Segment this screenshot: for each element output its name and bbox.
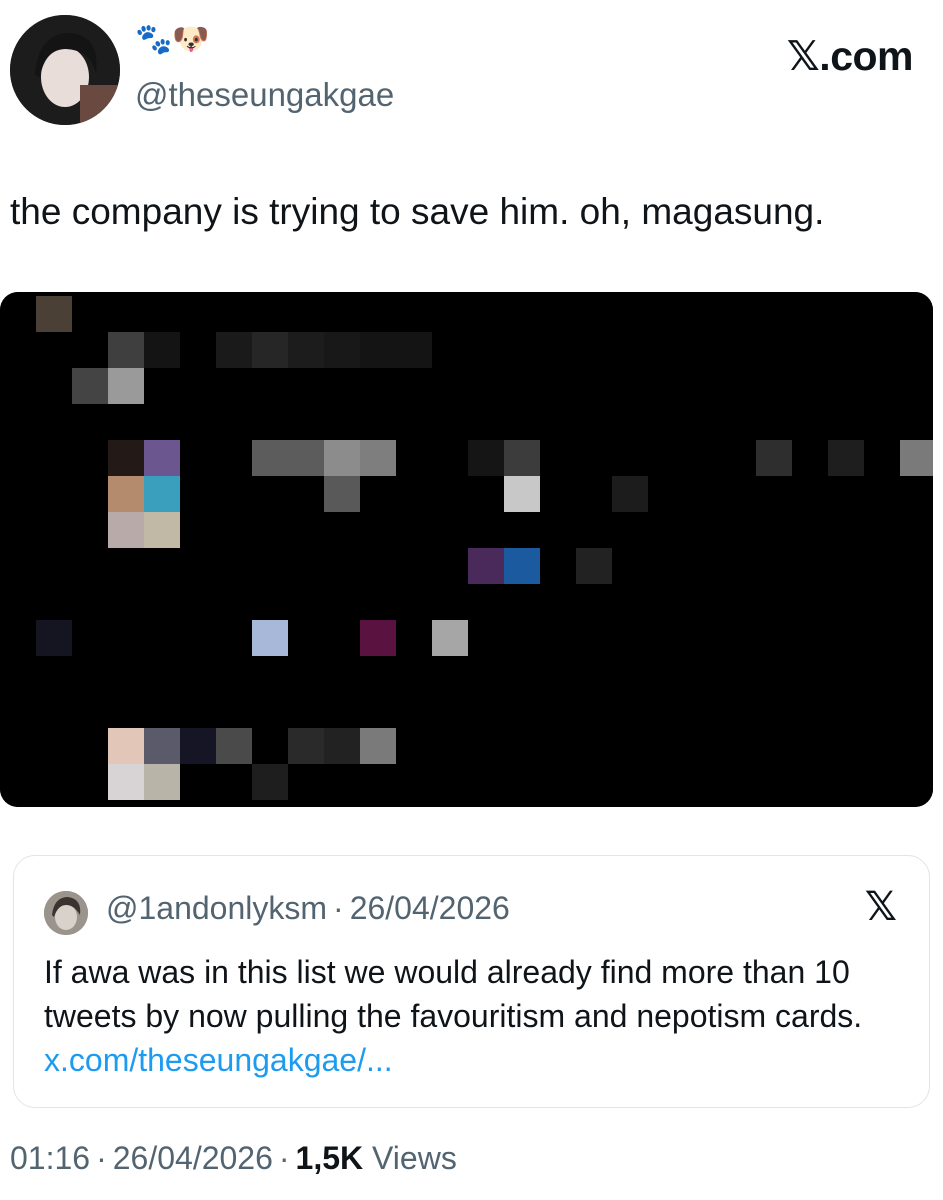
views-label: Views (372, 1140, 457, 1176)
quoted-tweet-header: @1andonlyksm · 26/04/2026 (106, 890, 510, 927)
quoted-user-avatar (44, 891, 88, 935)
pixelated-image (0, 292, 933, 807)
quoted-tweet-date: 26/04/2026 (349, 890, 510, 926)
x-logo: 𝕏.com (786, 33, 914, 79)
quoted-avatar-image (44, 891, 88, 935)
x-icon: 𝕏 (864, 885, 897, 929)
tweet-date: 26/04/2026 (112, 1140, 273, 1176)
quoted-user-handle[interactable]: @1andonlyksm (106, 890, 327, 926)
quoted-tweet-body: If awa was in this list we would already… (44, 954, 863, 1034)
quoted-tweet-text: If awa was in this list we would already… (44, 950, 904, 1082)
separator-dot: · (278, 1140, 290, 1176)
views-count: 1,5K (295, 1140, 364, 1176)
tweet-media-pixelated[interactable] (0, 292, 933, 807)
avatar-image (10, 15, 120, 125)
tweet-time: 01:16 (10, 1140, 91, 1176)
quoted-tweet-card[interactable]: @1andonlyksm · 26/04/2026 𝕏 If awa was in … (13, 855, 930, 1108)
tweet-meta: 01:16 · 26/04/2026 · 1,5K Views (10, 1140, 457, 1177)
separator-dot: · (96, 1140, 107, 1176)
quoted-tweet-link[interactable]: x.com/theseungakgae/... (44, 1042, 393, 1078)
profile-avatar[interactable] (10, 15, 120, 125)
user-handle[interactable]: @theseungakgae (135, 76, 394, 114)
tweet-text: the company is trying to save him. oh, m… (10, 191, 825, 232)
separator-dot: · (333, 890, 344, 926)
display-name: 🐾🐶 (135, 23, 210, 56)
